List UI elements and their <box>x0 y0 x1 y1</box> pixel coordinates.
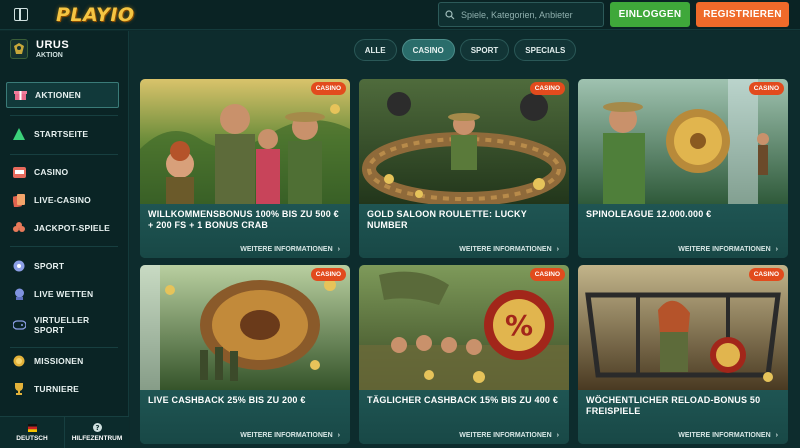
svg-text:?: ? <box>95 424 99 432</box>
promo-card[interactable]: CASINO WILLKOMMENSBONUS 100% BIS ZU 500 … <box>140 79 350 258</box>
filter-casino[interactable]: CASINO <box>401 39 455 61</box>
search-icon <box>445 9 455 19</box>
trophy-icon <box>12 382 26 396</box>
more-info-link[interactable]: WEITERE INFORMATIONEN › <box>459 432 559 439</box>
category-tag: CASINO <box>310 82 346 95</box>
chevron-right-icon: › <box>556 246 559 253</box>
sidebar-item-turniere[interactable]: TURNIERE <box>6 376 119 402</box>
promo-title: SPINOLEAGUE 12.000.000 € <box>586 209 712 219</box>
register-button[interactable]: REGISTRIEREN <box>696 2 789 27</box>
user-profile[interactable]: URUS AKTION <box>10 39 69 59</box>
sidebar-item-aktionen[interactable]: AKTIONEN <box>6 82 119 108</box>
more-info-link[interactable]: WEITERE INFORMATIONEN › <box>240 432 340 439</box>
live-icon <box>12 287 26 301</box>
user-subtitle: AKTION <box>36 52 63 59</box>
promo-image <box>140 265 350 390</box>
promo-title: TÄGLICHER CASHBACK 15% BIS ZU 400 € <box>367 395 559 405</box>
flag-icon <box>27 423 37 432</box>
filter-tabs: ALLE CASINO SPORT SPECIALS <box>130 39 800 61</box>
more-info-link[interactable]: WEITERE INFORMATIONEN › <box>678 432 778 439</box>
promo-card[interactable]: CASINO SPINOLEAGUE 12.000.000 € WEITERE … <box>578 79 788 258</box>
promo-image <box>359 79 569 204</box>
sidebar-item-jackpot[interactable]: JACKPOT-SPIELE <box>6 215 119 241</box>
chevron-right-icon: › <box>337 246 340 253</box>
promo-image <box>140 79 350 204</box>
help-center-button[interactable]: ? HILFEZENTRUM <box>65 417 129 448</box>
category-tag: CASINO <box>529 82 565 95</box>
cards-icon <box>12 193 26 207</box>
medal-icon <box>12 354 26 368</box>
home-icon <box>12 127 26 141</box>
search-input[interactable]: Spiele, Kategorien, Anbieter <box>438 2 604 27</box>
sidebar-item-live-casino[interactable]: LIVE-CASINO <box>6 187 119 213</box>
promo-image <box>578 265 788 390</box>
gift-icon <box>13 88 27 102</box>
filter-alle[interactable]: ALLE <box>353 39 397 61</box>
chevron-right-icon: › <box>775 246 778 253</box>
clover-icon <box>12 221 26 235</box>
promo-title: GOLD SALOON ROULETTE: LUCKY NUMBER <box>367 209 527 230</box>
promo-card[interactable]: CASINO GOLD SALOON ROULETTE: LUCKY NUMBE… <box>359 79 569 258</box>
filter-specials[interactable]: SPECIALS <box>514 39 577 61</box>
gamepad-icon <box>12 318 26 332</box>
more-info-link[interactable]: WEITERE INFORMATIONEN › <box>678 246 778 253</box>
sidebar-item-virtueller-sport[interactable]: VIRTUELLER SPORT <box>6 309 119 341</box>
sidebar-item-startseite[interactable]: STARTSEITE <box>6 121 119 147</box>
logo[interactable]: PLAYIO <box>56 4 135 26</box>
search-placeholder: Spiele, Kategorien, Anbieter <box>461 9 573 20</box>
help-icon: ? <box>92 423 102 432</box>
avatar <box>10 39 28 59</box>
promo-card[interactable]: CASINO WÖCHENTLICHER RELOAD-BONUS 50 FRE… <box>578 265 788 444</box>
promo-card[interactable]: % CASINO TÄGLICHER CASHBACK 15% BIS ZU 4… <box>359 265 569 444</box>
filter-sport[interactable]: SPORT <box>459 39 510 61</box>
chevron-right-icon: › <box>337 432 340 439</box>
more-info-link[interactable]: WEITERE INFORMATIONEN › <box>459 246 559 253</box>
sidebar-item-missionen[interactable]: MISSIONEN <box>6 348 119 374</box>
promo-title: WÖCHENTLICHER RELOAD-BONUS 50 FREISPIELE <box>586 395 761 416</box>
category-tag: CASINO <box>529 268 565 281</box>
chevron-right-icon: › <box>556 432 559 439</box>
promo-title: LIVE CASHBACK 25% BIS ZU 200 € <box>148 395 306 405</box>
more-info-link[interactable]: WEITERE INFORMATIONEN › <box>240 246 340 253</box>
slot-machine-icon <box>12 165 26 179</box>
ball-icon <box>12 259 26 273</box>
svg-text:%: % <box>505 309 533 342</box>
language-button[interactable]: DEUTSCH <box>0 417 65 448</box>
sidebar-toggle-icon[interactable] <box>14 8 28 21</box>
chevron-right-icon: › <box>775 432 778 439</box>
promo-image: % <box>359 265 569 390</box>
category-tag: CASINO <box>310 268 346 281</box>
login-button[interactable]: EINLOGGEN <box>610 2 690 27</box>
user-name: URUS <box>36 39 70 51</box>
sidebar-item-live-wetten[interactable]: LIVE WETTEN <box>6 281 119 307</box>
promo-card[interactable]: CASINO LIVE CASHBACK 25% BIS ZU 200 € WE… <box>140 265 350 444</box>
category-tag: CASINO <box>748 82 784 95</box>
promo-title: WILLKOMMENSBONUS 100% BIS ZU 500 € + 200… <box>148 209 339 230</box>
category-tag: CASINO <box>748 268 784 281</box>
sidebar-footer: DEUTSCH ? HILFEZENTRUM <box>0 416 129 448</box>
sidebar: URUS AKTION AKTIONEN STARTSEITE CASINO L… <box>0 31 129 448</box>
sidebar-item-casino[interactable]: CASINO <box>6 159 119 185</box>
promo-image <box>578 79 788 204</box>
sidebar-item-sport[interactable]: SPORT <box>6 253 119 279</box>
top-bar: PLAYIO Spiele, Kategorien, Anbieter EINL… <box>0 0 800 30</box>
main-content: ALLE CASINO SPORT SPECIALS CASINO WILLKO… <box>130 31 800 448</box>
